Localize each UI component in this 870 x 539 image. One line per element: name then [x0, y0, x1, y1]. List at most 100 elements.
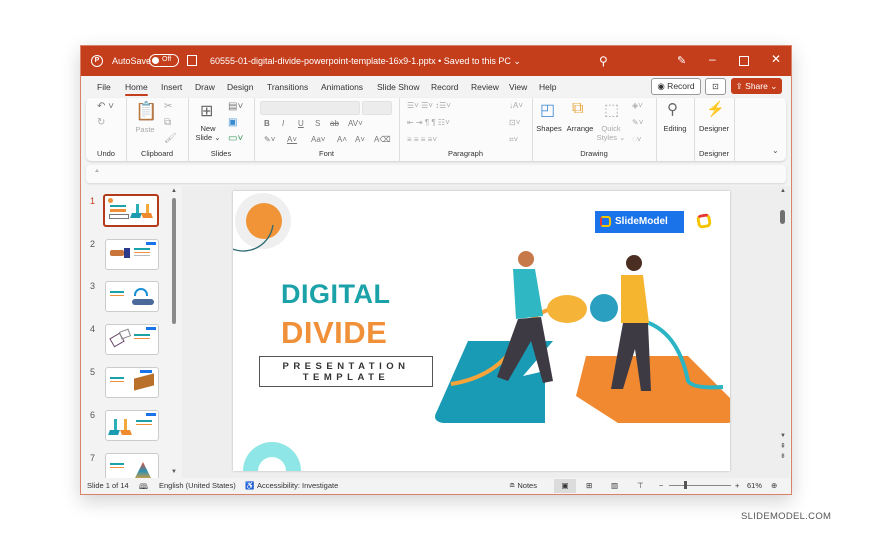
smartart-icon[interactable]: ⌗˅	[509, 135, 518, 145]
editing-button[interactable]: Editing	[656, 124, 694, 133]
thumbnail-scrollbar[interactable]: ▲ ▼	[171, 188, 178, 478]
thumbnail-item[interactable]: 2	[81, 239, 179, 277]
thumbnail-item[interactable]: 3	[81, 281, 179, 319]
new-slide-dropdown[interactable]: Slide ⌄	[194, 133, 222, 142]
font-size-combo[interactable]	[362, 101, 392, 115]
tab-help[interactable]: Help	[539, 82, 556, 92]
character-spacing-icon[interactable]: AV˅	[348, 119, 363, 128]
shapes-button[interactable]: Shapes	[534, 124, 564, 133]
next-slide-icon[interactable]: ⇟	[780, 452, 786, 460]
align-text-icon[interactable]: ⊡˅	[509, 118, 520, 127]
reading-view-button[interactable]: ▥	[611, 481, 618, 490]
shrink-font-icon[interactable]: A˅	[355, 135, 365, 144]
collapse-ribbon-icon[interactable]: ⌄	[772, 146, 779, 155]
slide-title-line1[interactable]: DIGITAL	[281, 279, 390, 310]
tab-home[interactable]: Home	[125, 82, 148, 96]
minimize-button[interactable]: –	[709, 52, 716, 66]
new-slide-label[interactable]: New	[194, 124, 222, 133]
zoom-level[interactable]: 61%	[747, 481, 762, 490]
tab-record[interactable]: Record	[431, 82, 458, 92]
editing-search-icon[interactable]: ⚲	[667, 100, 678, 118]
zoom-slider-handle[interactable]	[684, 481, 687, 489]
document-title[interactable]: 60555-01-digital-divide-powerpoint-templ…	[210, 56, 521, 67]
close-button[interactable]: ✕	[771, 52, 781, 66]
quick-styles-label[interactable]: Quick	[596, 124, 626, 133]
slide-show-button[interactable]: ⊤	[637, 481, 644, 490]
zoom-slider-track[interactable]	[669, 485, 731, 486]
tab-review[interactable]: Review	[471, 82, 499, 92]
thumbnail-item[interactable]: 5	[81, 367, 179, 405]
accessibility-icon[interactable]: ♿	[245, 481, 254, 490]
redo-icon[interactable]: ↻	[97, 117, 105, 128]
text-direction-icon[interactable]: ↓A˅	[509, 101, 523, 110]
thumbnail-slide-5[interactable]	[105, 367, 159, 398]
accessibility-status[interactable]: Accessibility: Investigate	[257, 481, 338, 490]
thumbnail-slide-1[interactable]	[103, 194, 159, 227]
bullets-icon[interactable]: ☰˅ ☰˅ ↕☰˅	[407, 101, 451, 110]
section-icon[interactable]: ▭˅	[228, 133, 243, 144]
zoom-in-button[interactable]: +	[735, 481, 739, 490]
strikethrough-button[interactable]: S	[315, 119, 320, 128]
cut-icon[interactable]: ✂	[164, 101, 172, 112]
canvas-scroll-thumb[interactable]	[780, 210, 785, 224]
shadow-icon[interactable]: ab	[330, 119, 339, 128]
copy-icon[interactable]: ⧉	[164, 117, 171, 128]
quick-styles-dropdown[interactable]: Styles ⌄	[596, 133, 626, 142]
tab-animations[interactable]: Animations	[321, 82, 363, 92]
designer-icon[interactable]: ⚡	[706, 100, 725, 118]
tab-file[interactable]: File	[97, 82, 111, 92]
reset-icon[interactable]: ▣	[228, 117, 237, 128]
notes-button[interactable]: ≘ Notes	[509, 481, 537, 490]
layout-icon[interactable]: ▤˅	[228, 101, 243, 112]
quick-styles-icon[interactable]: ⬚	[604, 100, 619, 120]
paste-button[interactable]: Paste	[134, 125, 156, 134]
tab-design[interactable]: Design	[227, 82, 253, 92]
new-slide-icon[interactable]: ⊞	[200, 101, 213, 121]
indent-icon[interactable]: ⇤ ⇥ ¶ ¶ ☷˅	[407, 118, 450, 127]
previous-slide-icon[interactable]: ⇞	[780, 442, 786, 450]
slide-1[interactable]: DIGITAL DIVIDE PRESENTATION TEMPLATE Sli…	[233, 191, 730, 471]
scroll-down-arrow[interactable]: ▼	[171, 469, 177, 475]
thumbnail-scroll-thumb[interactable]	[172, 198, 176, 324]
autosave-toggle[interactable]: Off	[149, 54, 179, 67]
canvas-scroll-up[interactable]: ▲	[780, 188, 786, 194]
thumbnail-item[interactable]: 1	[81, 194, 179, 234]
grow-font-icon[interactable]: A˄	[337, 135, 347, 144]
italic-button[interactable]: I	[282, 119, 284, 128]
thumbnail-item[interactable]: 4	[81, 324, 179, 362]
font-name-combo[interactable]	[260, 101, 360, 115]
arrange-icon[interactable]: ⧉	[572, 100, 583, 118]
thumbnail-slide-6[interactable]	[105, 410, 159, 441]
font-color-icon[interactable]: A˅	[287, 135, 297, 144]
record-button[interactable]: ◉ Record	[651, 78, 701, 95]
pen-icon[interactable]: ✎	[677, 54, 686, 67]
shape-fill-icon[interactable]: ◈˅	[632, 101, 643, 110]
undo-icon[interactable]: ↶ ˅	[97, 101, 114, 112]
tab-transitions[interactable]: Transitions	[267, 82, 308, 92]
canvas-scroll-down[interactable]: ▼	[780, 433, 786, 439]
tab-view[interactable]: View	[509, 82, 527, 92]
tab-insert[interactable]: Insert	[161, 82, 182, 92]
thumbnail-slide-3[interactable]	[105, 281, 159, 312]
slide-subtitle-box[interactable]: PRESENTATION TEMPLATE	[259, 356, 433, 387]
designer-button[interactable]: Designer	[694, 124, 734, 133]
thumbnail-slide-2[interactable]	[105, 239, 159, 270]
shapes-icon[interactable]: ◰	[540, 100, 555, 120]
search-icon[interactable]: ⚲	[599, 54, 608, 68]
slide-sorter-button[interactable]: ⊞	[586, 481, 592, 490]
fit-to-window-icon[interactable]: ⊕	[771, 481, 777, 490]
comments-button[interactable]: ⊡	[705, 78, 726, 95]
bold-button[interactable]: B	[264, 119, 270, 128]
change-case-icon[interactable]: Aa˅	[311, 135, 325, 144]
highlight-icon[interactable]: ✎˅	[264, 135, 275, 144]
arrange-button[interactable]: Arrange	[564, 124, 596, 133]
normal-view-button[interactable]: ▣	[554, 479, 576, 493]
zoom-out-button[interactable]: −	[659, 481, 663, 490]
thumbnail-slide-4[interactable]	[105, 324, 159, 355]
spell-check-icon[interactable]: 🕮	[139, 481, 148, 494]
share-button[interactable]: ⇪ Share ⌄	[731, 78, 782, 94]
tab-slide-show[interactable]: Slide Show	[377, 82, 420, 92]
tab-draw[interactable]: Draw	[195, 82, 215, 92]
format-painter-icon[interactable]: 🖌	[164, 133, 177, 144]
shape-effects-icon[interactable]: ◌˅	[632, 135, 641, 144]
